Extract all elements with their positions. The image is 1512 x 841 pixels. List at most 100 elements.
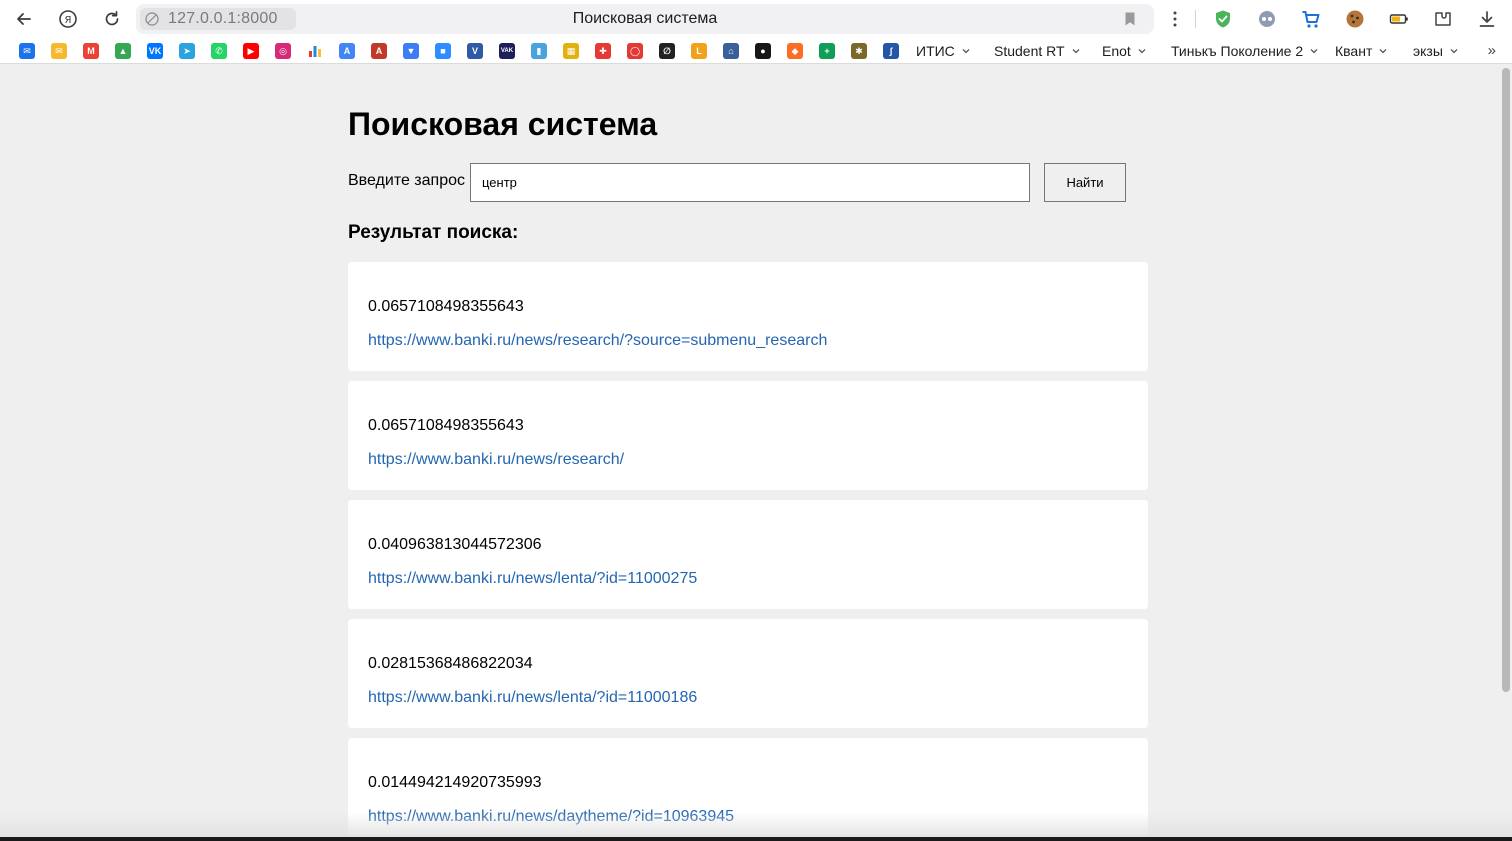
vimeo-icon[interactable]: V [467,43,483,59]
tab-title: Поисковая система [572,10,718,27]
link-ring-icon[interactable]: ∅ [659,43,675,59]
battery-icon [1389,14,1408,24]
result-score: 0.040963813044572306 [368,536,542,553]
gmail-icon[interactable]: M [83,43,99,59]
youtube-icon[interactable]: ▶ [243,43,259,59]
result-score: 0.0657108498355643 [368,417,524,434]
bookmark-folder-label: экзы [1413,43,1443,59]
tabs-extension[interactable] [1432,8,1454,30]
bookmark-icon[interactable] [1122,11,1138,27]
zoom-icon[interactable]: ■ [435,43,451,59]
chevron-down-icon [1379,49,1387,54]
page-title: Поисковая система [348,106,658,142]
translate-icon[interactable]: A [339,43,355,59]
reload-icon [105,10,119,26]
github-icon[interactable]: ● [755,43,771,59]
address-bar[interactable]: 127.0.0.1:8000 Поисковая система [136,4,1154,34]
browser-chrome: Я 127.0.0.1:8000 Поисковая система ИТИС … [0,0,1512,64]
vpn-icon[interactable]: ▼ [403,43,419,59]
results-heading: Результат поиска: [348,222,519,243]
result-link[interactable]: https://www.banki.ru/news/lenta/?id=1100… [368,570,697,588]
google-drive-icon[interactable]: ▲ [115,43,131,59]
chevron-down-icon [962,49,970,54]
red-shield-icon[interactable]: ✚ [595,43,611,59]
window-bottom-shadow [0,812,1512,837]
result-link[interactable]: https://www.banki.ru/news/lenta/?id=1100… [368,689,697,707]
result-score: 0.014494214920735993 [368,774,542,791]
stats-icon[interactable] [307,43,323,59]
red-ring-icon[interactable]: ◯ [627,43,643,59]
stepik-icon[interactable]: ʃ [883,43,899,59]
gitlab-icon[interactable]: ◆ [787,43,803,59]
emblem-icon[interactable]: ✱ [851,43,867,59]
chevron-down-icon [1072,49,1080,54]
yandex-mail-icon[interactable]: ✉ [51,43,67,59]
svg-text:Я: Я [65,15,72,26]
result-card: 0.0657108498355643 https://www.banki.ru/… [348,381,1148,490]
sheets-plus-icon[interactable]: + [819,43,835,59]
grid-book-icon[interactable]: ▦ [563,43,579,59]
battery-extension[interactable] [1388,8,1410,30]
search-form: Введите запрос Найти [348,163,1148,203]
bookmarks-overflow-button[interactable]: » [1488,42,1496,59]
results-list: 0.0657108498355643 https://www.banki.ru/… [348,262,1148,837]
vk-icon[interactable]: VK [147,43,163,59]
download-icon [1479,11,1495,27]
bookmark-folder-label: Квант [1335,43,1373,59]
chevron-down-icon [1138,49,1146,54]
bookmark-folder-itis[interactable]: ИТИС [916,43,971,59]
bookmark-folder-enot[interactable]: Enot [1102,43,1147,59]
result-score: 0.0657108498355643 [368,298,524,315]
yandex-logo-icon: Я [59,10,77,28]
cookie-extension[interactable] [1344,8,1366,30]
yandex-home-button[interactable]: Я [56,7,80,31]
page-viewport: Поисковая система Введите запрос Найти Р… [0,64,1512,837]
bookmark-folder-label: Student RT [994,43,1065,59]
museum-icon[interactable]: ⌂ [723,43,739,59]
browser-toolbar: Я 127.0.0.1:8000 Поисковая система [0,0,1512,38]
bookmark-folder-kvant[interactable]: Квант [1335,43,1388,59]
page-scrollbar[interactable] [1502,68,1510,692]
downloads-button[interactable] [1476,8,1498,30]
reload-button[interactable] [100,7,124,31]
result-link[interactable]: https://www.banki.ru/news/research/?sour… [368,332,827,350]
result-link[interactable]: https://www.banki.ru/news/research/ [368,451,624,469]
bookmarks-bar: ИТИС Student RT Enot Тинькъ Поколение 2 … [0,40,1512,64]
search-label: Введите запрос [348,172,465,189]
bookmark-folder-label: Тинькъ Поколение 2 [1171,43,1304,59]
shield-check-icon [1216,10,1230,28]
chevron-down-icon [1310,49,1318,54]
search-button[interactable]: Найти [1044,163,1126,202]
dictionary-icon[interactable]: A [371,43,387,59]
instagram-icon[interactable]: ◎ [275,43,291,59]
more-vertical-icon [1173,11,1177,27]
puzzle-icon [1435,12,1451,26]
menu-button[interactable] [1164,8,1186,30]
telegram-icon[interactable]: ➤ [179,43,195,59]
cart-extension[interactable] [1300,8,1322,30]
back-button[interactable] [12,7,36,31]
adguard-extension[interactable] [1212,8,1234,30]
bookmark-folder-ekzy[interactable]: экзы [1413,43,1459,59]
mask-icon [1259,11,1275,27]
search-input[interactable] [470,163,1030,202]
result-score: 0.02815368486822034 [368,655,533,672]
bookmark-folder-tink[interactable]: Тинькъ Поколение 2 [1171,43,1319,59]
bookmark-folder-label: Enot [1102,43,1131,59]
vak-icon[interactable]: VAK [499,43,515,59]
outlook-icon[interactable]: ✉ [19,43,35,59]
whatsapp-icon[interactable]: ✆ [211,43,227,59]
window-bottom-edge [0,837,1512,841]
toolbar-separator [1195,10,1196,28]
arrow-left-icon [17,13,31,25]
bottle-icon[interactable]: ▮ [531,43,547,59]
shopping-cart-icon [1302,11,1320,28]
bookmark-folder-student-rt[interactable]: Student RT [994,43,1081,59]
result-card: 0.040963813044572306 https://www.banki.r… [348,500,1148,609]
bookmark-folder-label: ИТИС [916,43,955,59]
result-card: 0.02815368486822034 https://www.banki.ru… [348,619,1148,728]
result-card: 0.0657108498355643 https://www.banki.ru/… [348,262,1148,371]
leetcode-icon[interactable]: L [691,43,707,59]
cookie-icon [1346,10,1364,28]
mask-extension[interactable] [1256,8,1278,30]
